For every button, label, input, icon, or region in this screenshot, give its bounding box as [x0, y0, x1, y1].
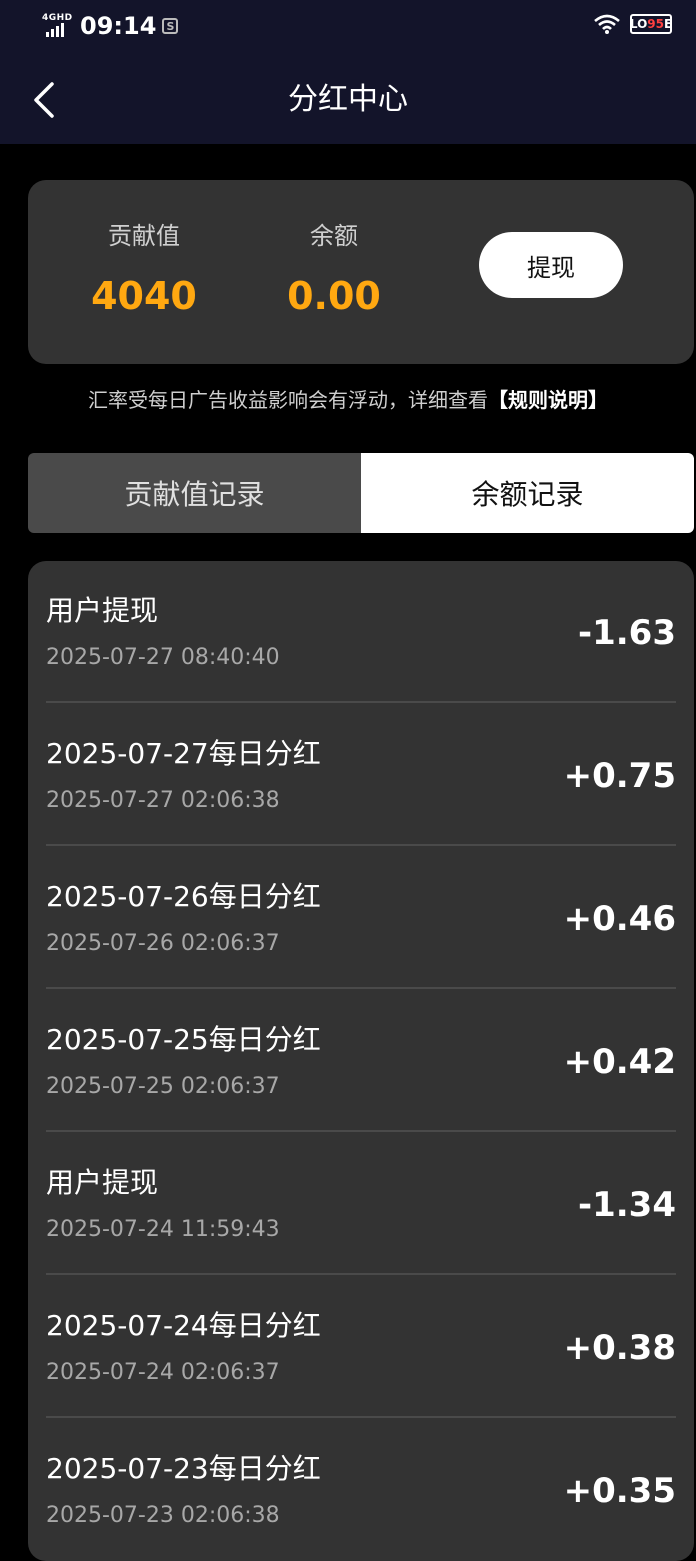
contribution-label: 贡献值 [108, 222, 180, 250]
list-item[interactable]: 2025-07-26每日分红 2025-07-26 02:06:37 +0.46 [46, 847, 676, 989]
battery-icon: LO 95 E [630, 14, 672, 34]
clock: 09:14 [80, 12, 157, 40]
record-time: 2025-07-27 02:06:38 [46, 788, 280, 813]
notice-text: 汇率受每日广告收益影响会有浮动，详细查看 [88, 388, 488, 412]
balance-record-list: 用户提现 2025-07-27 08:40:40 -1.63 2025-07-2… [28, 561, 694, 1561]
record-amount: +0.42 [563, 1042, 676, 1082]
record-title: 2025-07-25每日分红 [46, 1023, 321, 1056]
exchange-rate-notice: 汇率受每日广告收益影响会有浮动，详细查看【规则说明】 [0, 382, 696, 418]
record-title: 2025-07-24每日分红 [46, 1309, 321, 1342]
list-item[interactable]: 2025-07-27每日分红 2025-07-27 02:06:38 +0.75 [46, 704, 676, 846]
contribution-value: 4040 [91, 274, 197, 318]
summary-card: 贡献值 4040 余额 0.00 提现 [28, 180, 694, 364]
status-bar: 4GHD 09:14 S LO 95 E [0, 0, 696, 56]
record-time: 2025-07-27 08:40:40 [46, 645, 280, 670]
divider [46, 844, 676, 846]
record-amount: +0.46 [563, 899, 676, 939]
record-title: 2025-07-26每日分红 [46, 880, 321, 913]
record-amount: +0.35 [563, 1471, 676, 1511]
list-item[interactable]: 2025-07-25每日分红 2025-07-25 02:06:37 +0.42 [46, 990, 676, 1132]
divider [46, 701, 676, 703]
record-time: 2025-07-24 02:06:37 [46, 1360, 280, 1385]
record-amount: +0.38 [563, 1328, 676, 1368]
record-title: 用户提现 [46, 1166, 159, 1199]
record-time: 2025-07-24 11:59:43 [46, 1217, 280, 1242]
record-time: 2025-07-26 02:06:37 [46, 931, 280, 956]
withdraw-button[interactable]: 提现 [479, 232, 623, 298]
record-time: 2025-07-23 02:06:38 [46, 1503, 280, 1528]
battery-suffix: E [663, 17, 673, 31]
divider [46, 987, 676, 989]
divider [46, 1273, 676, 1275]
nav-bar: 分红中心 [0, 56, 696, 144]
record-amount: +0.75 [563, 756, 676, 796]
list-item[interactable]: 2025-07-24每日分红 2025-07-24 02:06:37 +0.38 [46, 1276, 676, 1418]
list-item[interactable]: 用户提现 2025-07-24 11:59:43 -1.34 [46, 1133, 676, 1275]
rules-link[interactable]: 【规则说明】 [488, 388, 608, 412]
status-right: LO 95 E [594, 14, 672, 34]
page-title: 分红中心 [288, 82, 408, 117]
signal-icon: 4GHD [42, 13, 74, 39]
contribution-stat: 贡献值 4040 [64, 218, 224, 322]
record-time: 2025-07-25 02:06:37 [46, 1074, 280, 1099]
record-title: 2025-07-23每日分红 [46, 1452, 321, 1485]
battery-prefix: LO [629, 17, 648, 31]
tab-balance-records[interactable]: 余额记录 [361, 453, 694, 533]
record-amount: -1.63 [578, 613, 676, 653]
battery-level: 95 [647, 17, 664, 31]
divider [46, 1130, 676, 1132]
list-item[interactable]: 用户提现 2025-07-27 08:40:40 -1.63 [46, 561, 676, 703]
wifi-icon [594, 14, 620, 34]
app-notification-icon: S [162, 18, 179, 34]
record-amount: -1.34 [578, 1185, 676, 1225]
network-type: 4GHD [42, 13, 73, 23]
record-title: 用户提现 [46, 594, 159, 627]
balance-value: 0.00 [287, 274, 381, 318]
balance-label: 余额 [310, 222, 358, 250]
record-tabs: 贡献值记录 余额记录 [28, 453, 694, 533]
tab-contribution-records[interactable]: 贡献值记录 [28, 453, 361, 533]
balance-stat: 余额 0.00 [254, 218, 414, 322]
list-item[interactable]: 2025-07-23每日分红 2025-07-23 02:06:38 +0.35 [46, 1419, 676, 1561]
divider [46, 1416, 676, 1418]
status-left: 4GHD 09:14 S [42, 12, 179, 40]
record-title: 2025-07-27每日分红 [46, 737, 321, 770]
